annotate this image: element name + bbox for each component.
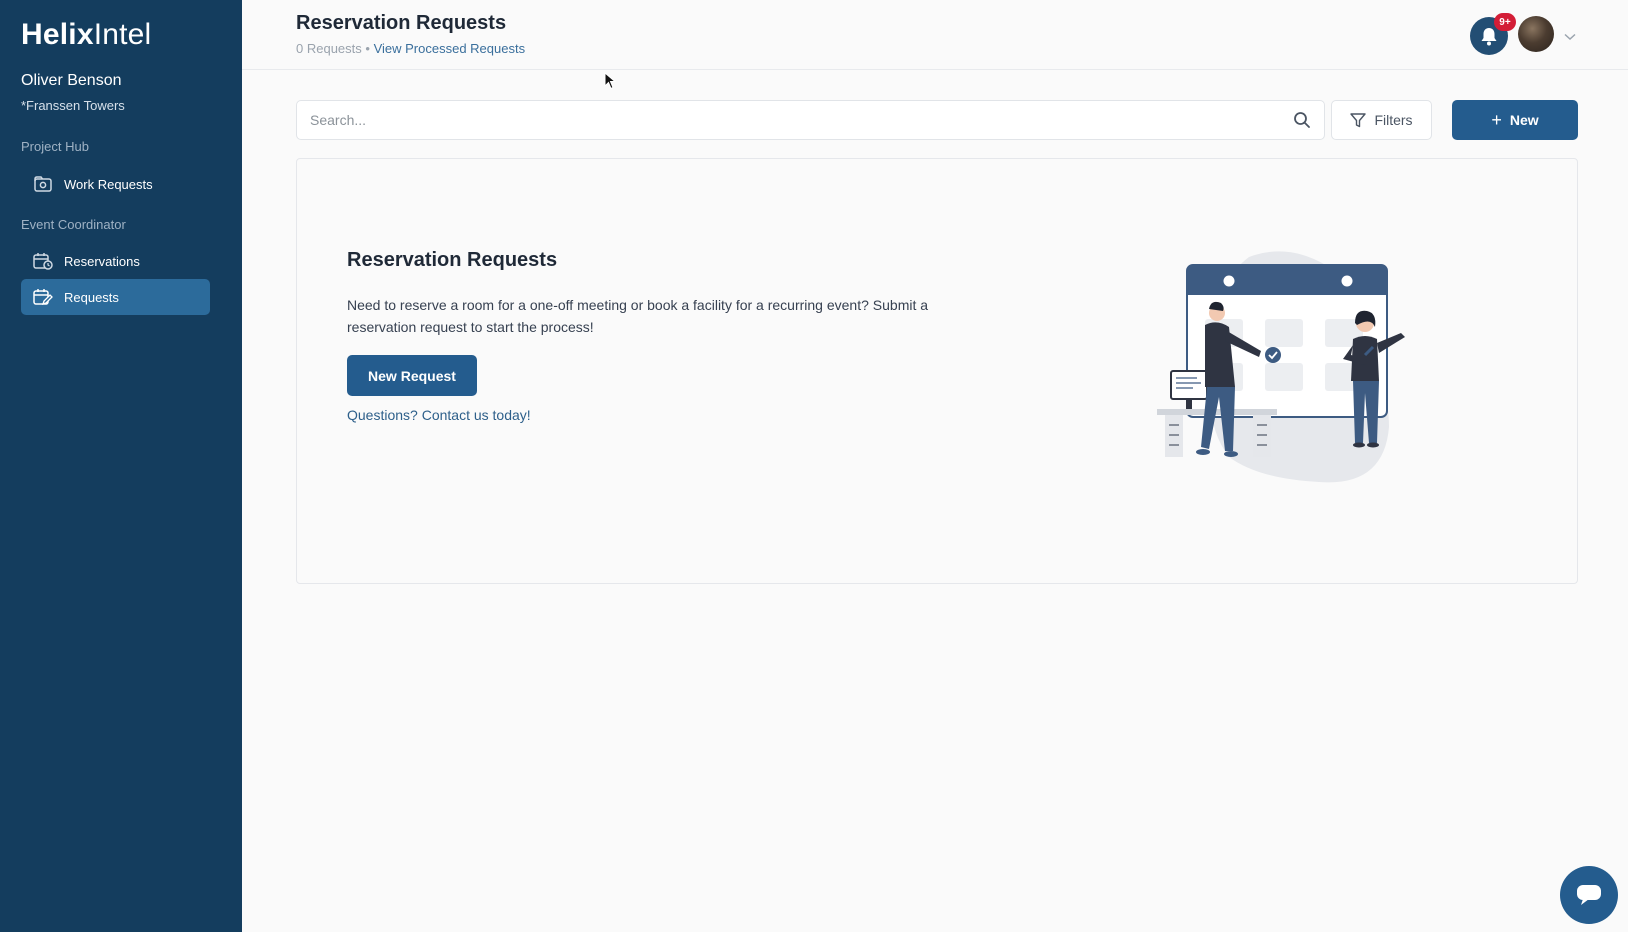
brand-logo-light: Intel (93, 18, 152, 51)
avatar[interactable] (1518, 16, 1554, 52)
separator-dot: • (365, 41, 370, 56)
mouse-cursor-icon (604, 72, 616, 90)
user-name: Oliver Benson (21, 72, 122, 89)
sidebar-item-work-requests[interactable]: Work Requests (21, 166, 210, 202)
plus-icon: + (1491, 110, 1502, 130)
sidebar-item-label: Reservations (64, 253, 140, 269)
search-input[interactable] (297, 101, 1257, 139)
new-request-button[interactable]: New Request (347, 355, 477, 396)
user-organization: *Franssen Towers (21, 98, 125, 113)
page-header: Reservation Requests 0 Requests • View P… (242, 0, 1628, 70)
search-bar (296, 100, 1325, 140)
request-count-line: 0 Requests • View Processed Requests (296, 41, 525, 56)
filters-button[interactable]: Filters (1331, 100, 1432, 140)
calendar-clock-icon (33, 252, 53, 270)
sidebar-item-requests[interactable]: Requests (21, 279, 210, 315)
chat-bubble-icon (1577, 885, 1601, 905)
calendar-edit-icon (33, 288, 53, 306)
new-button[interactable]: + New (1452, 100, 1578, 140)
new-button-label: New (1509, 112, 1539, 128)
empty-state-title: Reservation Requests (347, 249, 558, 271)
contact-us-link[interactable]: Questions? Contact us today! (347, 407, 531, 423)
search-icon[interactable] (1293, 111, 1311, 134)
chevron-down-icon[interactable] (1564, 28, 1576, 46)
empty-state-card: Reservation Requests Need to reserve a r… (296, 158, 1578, 584)
notification-badge: 9+ (1494, 13, 1516, 31)
view-processed-requests-link[interactable]: View Processed Requests (374, 41, 526, 56)
bell-icon (1481, 28, 1497, 46)
filters-label: Filters (1374, 112, 1413, 128)
page-title: Reservation Requests (296, 12, 507, 34)
calendar-booking-illustration (1157, 251, 1405, 483)
empty-state-description: Need to reserve a room for a one-off mee… (347, 297, 929, 335)
filter-icon (1350, 112, 1367, 127)
section-label-event-coordinator: Event Coordinator (21, 217, 126, 232)
brand-logo[interactable]: HelixIntel (21, 18, 151, 52)
brand-logo-bold: Helix (21, 18, 94, 51)
sidebar-item-reservations[interactable]: Reservations (21, 243, 210, 279)
folder-camera-icon (33, 175, 53, 193)
sidebar: HelixIntel Oliver Benson *Franssen Tower… (0, 0, 242, 932)
section-label-project-hub: Project Hub (21, 139, 89, 154)
sidebar-item-label: Requests (64, 289, 119, 305)
chat-launcher-button[interactable] (1560, 866, 1618, 924)
sidebar-item-label: Work Requests (64, 176, 153, 192)
request-count: 0 Requests (296, 41, 362, 56)
